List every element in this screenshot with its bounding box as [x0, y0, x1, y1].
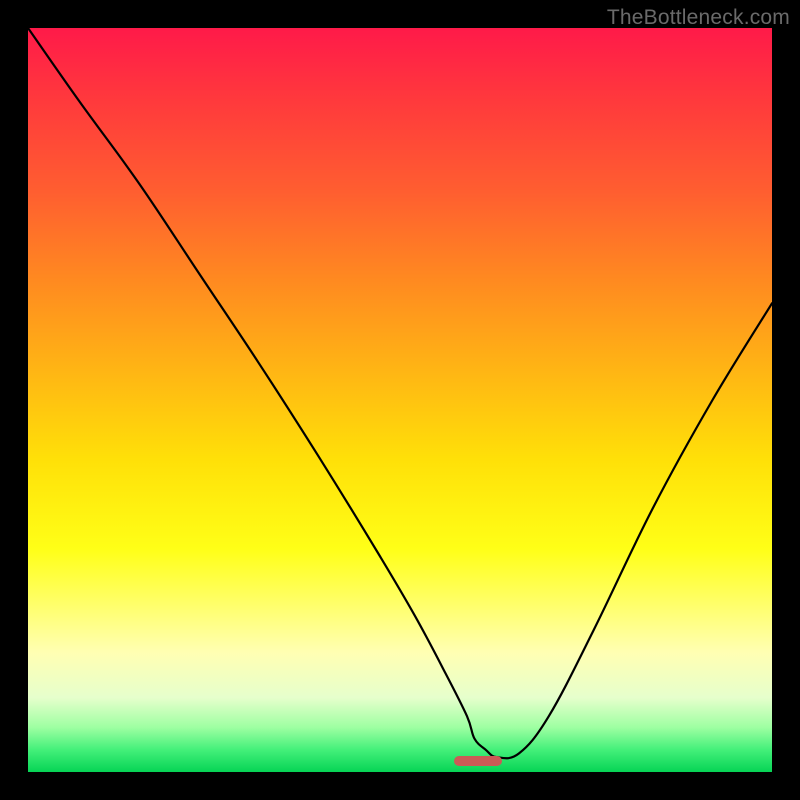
optimal-marker — [454, 756, 502, 766]
watermark-text: TheBottleneck.com — [607, 6, 790, 30]
bottleneck-curve — [28, 28, 772, 772]
chart-plot-area — [28, 28, 772, 772]
